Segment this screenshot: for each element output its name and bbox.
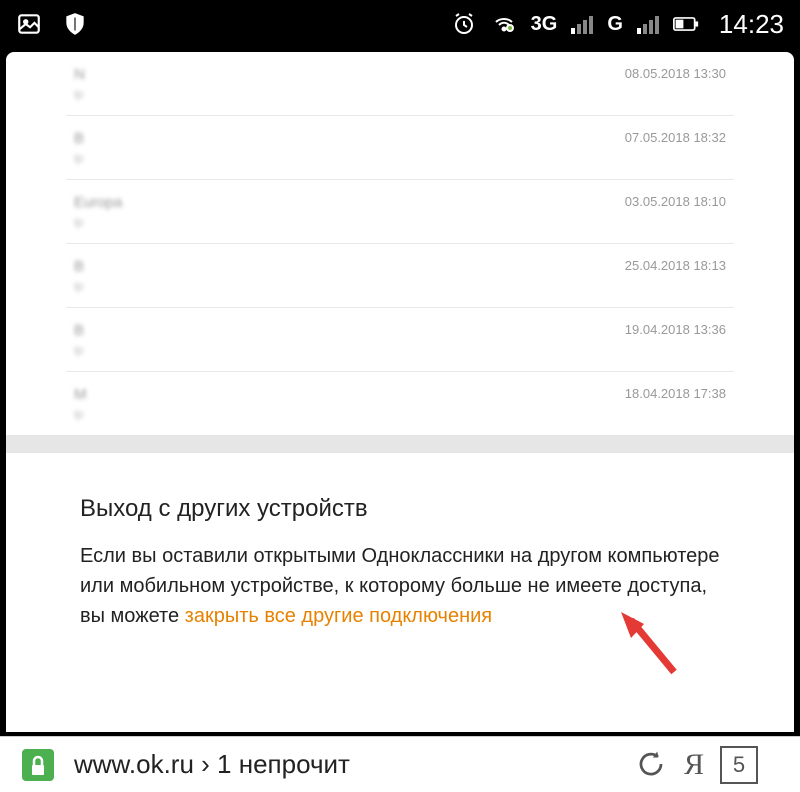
session-row[interactable]: B ip 25.04.2018 18:13 xyxy=(66,244,734,308)
session-sub: ip xyxy=(74,407,87,421)
session-date: 08.05.2018 13:30 xyxy=(625,66,726,81)
session-date: 03.05.2018 18:10 xyxy=(625,194,726,209)
status-bar-left xyxy=(16,11,88,37)
gallery-icon xyxy=(16,11,42,37)
reload-icon[interactable] xyxy=(636,749,668,781)
network-g-label: G xyxy=(607,13,623,36)
sessions-list: N ip 08.05.2018 13:30 B ip 07.05.2018 18… xyxy=(66,52,734,435)
session-name: M xyxy=(74,386,87,403)
session-sub: ip xyxy=(74,151,84,165)
yandex-icon[interactable]: Я xyxy=(684,748,704,782)
url-text: www.ok.ru › 1 непрочит xyxy=(74,749,350,780)
alarm-icon xyxy=(451,11,477,37)
session-name: Europa xyxy=(74,194,122,211)
session-date: 18.04.2018 17:38 xyxy=(625,386,726,401)
session-row[interactable]: B ip 19.04.2018 13:36 xyxy=(66,308,734,372)
session-name: B xyxy=(74,322,84,339)
status-bar: 3G G 14:23 xyxy=(0,0,800,48)
signal-bars-icon xyxy=(571,14,593,34)
annotation-arrow-icon xyxy=(616,612,696,697)
network-3g-label: 3G xyxy=(531,13,558,36)
session-row[interactable]: N ip 08.05.2018 13:30 xyxy=(66,52,734,116)
status-bar-right: 3G G 14:23 xyxy=(451,9,784,40)
wifi-icon xyxy=(491,11,517,37)
session-name: B xyxy=(74,258,84,275)
signal-bars-icon-2 xyxy=(637,14,659,34)
session-date: 19.04.2018 13:36 xyxy=(625,322,726,337)
session-date: 25.04.2018 18:13 xyxy=(625,258,726,273)
session-row[interactable]: Europa ip 03.05.2018 18:10 xyxy=(66,180,734,244)
session-sub: ip xyxy=(74,343,84,357)
shield-icon xyxy=(62,11,88,37)
tabs-button[interactable]: 5 xyxy=(720,746,758,784)
session-name: N xyxy=(74,66,85,83)
close-connections-link[interactable]: закрыть все другие подключения xyxy=(185,605,492,627)
session-sub: ip xyxy=(74,87,85,101)
url-area[interactable]: www.ok.ru › 1 непрочит xyxy=(74,749,620,780)
session-date: 07.05.2018 18:32 xyxy=(625,130,726,145)
session-name: B xyxy=(74,130,84,147)
browser-bar: www.ok.ru › 1 непрочит Я 5 xyxy=(0,736,800,792)
clock-time: 14:23 xyxy=(719,9,784,40)
tabs-count: 5 xyxy=(733,752,745,778)
session-sub: ip xyxy=(74,215,122,229)
session-row[interactable]: M ip 18.04.2018 17:38 xyxy=(66,372,734,435)
session-row[interactable]: B ip 07.05.2018 18:32 xyxy=(66,116,734,180)
session-sub: ip xyxy=(74,279,84,293)
exit-title: Выход с других устройств xyxy=(80,495,720,523)
lock-icon[interactable] xyxy=(18,745,58,785)
battery-icon xyxy=(673,11,699,37)
